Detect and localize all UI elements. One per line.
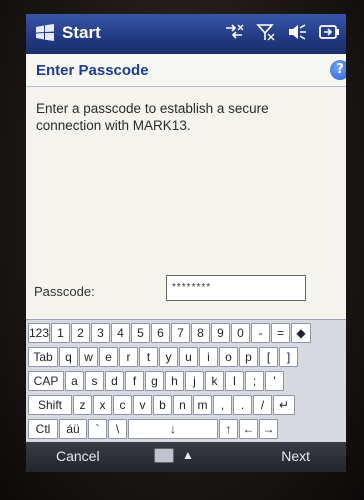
key[interactable]: 7	[171, 323, 190, 343]
key[interactable]: g	[145, 371, 164, 391]
key[interactable]: 0	[231, 323, 250, 343]
dialog-header: Enter Passcode ?	[26, 54, 346, 87]
key[interactable]: k	[205, 371, 224, 391]
key[interactable]: p	[239, 347, 258, 367]
signal-off-icon[interactable]	[256, 23, 276, 45]
key[interactable]: `	[88, 419, 107, 439]
key[interactable]: t	[139, 347, 158, 367]
windows-flag-icon[interactable]	[34, 23, 56, 43]
key[interactable]: ↵	[273, 395, 295, 415]
key[interactable]: m	[193, 395, 212, 415]
cancel-softkey[interactable]: Cancel	[56, 448, 100, 464]
connectivity-icon[interactable]	[223, 23, 245, 45]
key[interactable]: 1	[51, 323, 70, 343]
key[interactable]: \	[108, 419, 127, 439]
key[interactable]: áü	[59, 419, 87, 439]
help-icon[interactable]: ?	[330, 60, 346, 80]
key[interactable]: 5	[131, 323, 150, 343]
key[interactable]: q	[59, 347, 78, 367]
key[interactable]: o	[219, 347, 238, 367]
key[interactable]: d	[105, 371, 124, 391]
key[interactable]: b	[153, 395, 172, 415]
key[interactable]: y	[159, 347, 178, 367]
key[interactable]: r	[119, 347, 138, 367]
passcode-label: Passcode:	[34, 284, 95, 299]
key[interactable]: z	[73, 395, 92, 415]
key[interactable]: 9	[211, 323, 230, 343]
key[interactable]: 2	[71, 323, 90, 343]
key[interactable]: 8	[191, 323, 210, 343]
key[interactable]: u	[179, 347, 198, 367]
key[interactable]: =	[271, 323, 290, 343]
passcode-input[interactable]: ********	[166, 275, 306, 301]
key[interactable]: 3	[91, 323, 110, 343]
key[interactable]: e	[99, 347, 118, 367]
key[interactable]: j	[185, 371, 204, 391]
key[interactable]: ↑	[219, 419, 238, 439]
key[interactable]: Shift	[28, 395, 72, 415]
key[interactable]: v	[133, 395, 152, 415]
key[interactable]: w	[79, 347, 98, 367]
key[interactable]: .	[233, 395, 252, 415]
key[interactable]: ←	[239, 419, 258, 439]
key[interactable]: n	[173, 395, 192, 415]
key[interactable]: -	[251, 323, 270, 343]
key[interactable]: ,	[213, 395, 232, 415]
key[interactable]: x	[93, 395, 112, 415]
key[interactable]: h	[165, 371, 184, 391]
keyboard-row-control: Ctl áü ` \ ↓ ↑ ← →	[28, 419, 278, 439]
key[interactable]: ]	[279, 347, 298, 367]
softkey-bar: Cancel ▲ Next	[26, 442, 346, 472]
key[interactable]: /	[253, 395, 272, 415]
key[interactable]: l	[225, 371, 244, 391]
keyboard-row-numbers: 123 1 2 3 4 5 6 7 8 9 0- = ◆	[28, 323, 311, 343]
start-button[interactable]: Start	[62, 23, 101, 43]
key[interactable]: s	[85, 371, 104, 391]
key[interactable]: i	[199, 347, 218, 367]
key[interactable]: [	[259, 347, 278, 367]
battery-icon[interactable]	[318, 23, 340, 45]
soft-keyboard: 123 1 2 3 4 5 6 7 8 9 0- = ◆ Tab q w e r t y u i o p[] CAP a s d f…	[26, 319, 346, 443]
key[interactable]: 4	[111, 323, 130, 343]
key[interactable]: Tab	[28, 347, 58, 367]
next-softkey[interactable]: Next	[281, 448, 310, 464]
dialog-title: Enter Passcode	[36, 62, 149, 79]
dialog-message: Enter a passcode to establish a secure c…	[36, 101, 269, 133]
taskbar: Start	[26, 14, 346, 54]
volume-icon[interactable]	[287, 23, 307, 45]
key[interactable]: '	[265, 371, 284, 391]
keyboard-row-qwerty: Tab q w e r t y u i o p[]	[28, 347, 298, 367]
key[interactable]: ◆	[291, 323, 311, 343]
keyboard-row-home: CAP a s d f g h j k l; '	[28, 371, 284, 391]
key[interactable]: ;	[245, 371, 264, 391]
key[interactable]: CAP	[28, 371, 64, 391]
key[interactable]: c	[113, 395, 132, 415]
status-tray	[217, 23, 340, 45]
keyboard-toggle-icon[interactable]	[154, 448, 174, 463]
key[interactable]: f	[125, 371, 144, 391]
key[interactable]: ↓	[128, 419, 218, 439]
keyboard-row-shift: Shift z x c v b n m,. / ↵	[28, 395, 295, 415]
key[interactable]: 6	[151, 323, 170, 343]
device-screen: Start Enter Passcode ? Enter a passcode …	[26, 14, 346, 472]
input-menu-arrow-icon[interactable]: ▲	[182, 448, 194, 462]
key[interactable]: Ctl	[28, 419, 58, 439]
key[interactable]: a	[65, 371, 84, 391]
key[interactable]: 123	[28, 323, 50, 343]
key[interactable]: →	[259, 419, 278, 439]
